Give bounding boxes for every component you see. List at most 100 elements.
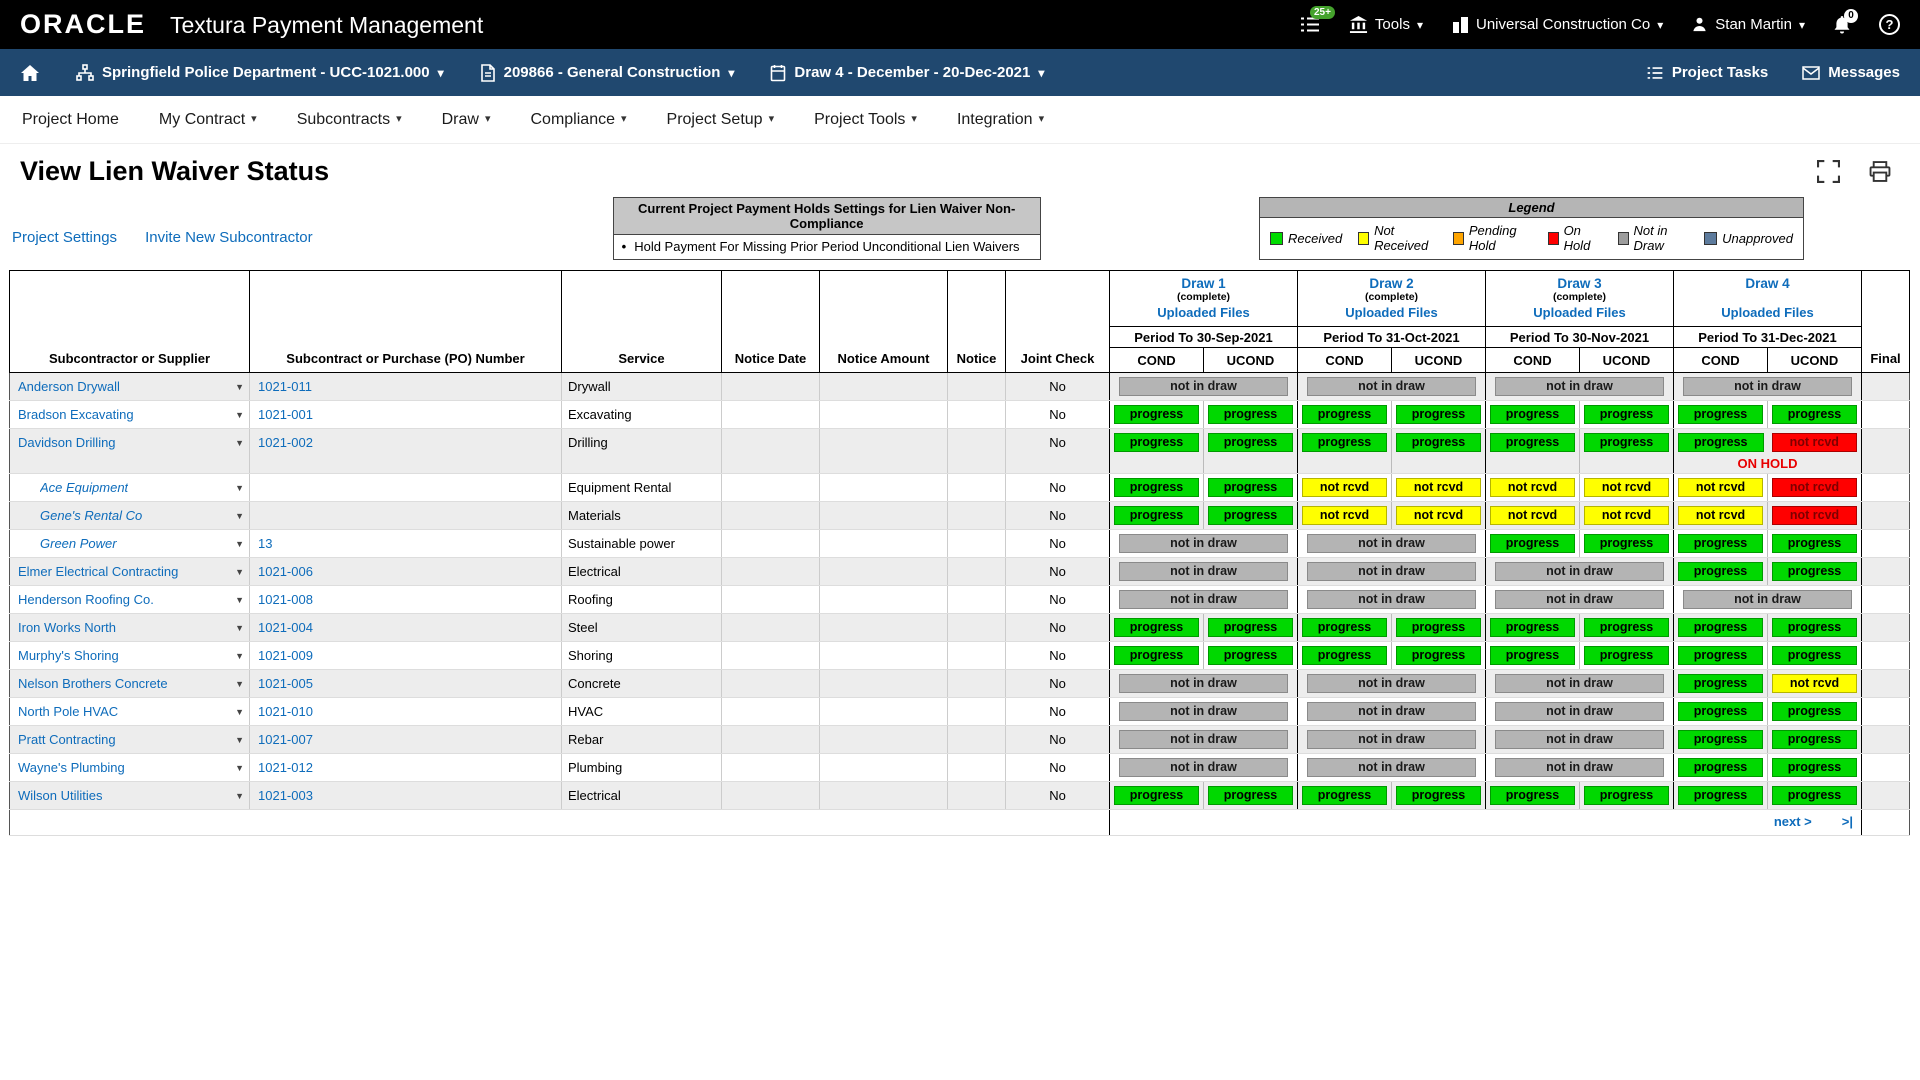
status-received[interactable]: progress: [1772, 618, 1857, 637]
status-not-in-draw[interactable]: not in draw: [1119, 534, 1288, 553]
status-received[interactable]: progress: [1584, 405, 1669, 424]
nav-item-draw[interactable]: Draw▾: [442, 111, 491, 129]
dropdown-arrow-icon[interactable]: ▼: [235, 623, 244, 633]
dropdown-arrow-icon[interactable]: ▼: [235, 735, 244, 745]
po-number-link[interactable]: 1021-009: [258, 648, 313, 663]
nav-item-integration[interactable]: Integration▾: [957, 111, 1044, 129]
status-received[interactable]: progress: [1396, 405, 1481, 424]
status-received[interactable]: progress: [1678, 702, 1763, 721]
status-received[interactable]: progress: [1208, 618, 1293, 637]
subcontractor-link[interactable]: Wayne's Plumbing: [18, 760, 125, 775]
status-not-in-draw[interactable]: not in draw: [1119, 377, 1288, 396]
status-received[interactable]: progress: [1584, 786, 1669, 805]
status-received[interactable]: progress: [1584, 618, 1669, 637]
status-received[interactable]: progress: [1678, 646, 1763, 665]
status-received[interactable]: progress: [1584, 646, 1669, 665]
dropdown-arrow-icon[interactable]: ▼: [235, 651, 244, 661]
invite-subcontractor-link[interactable]: Invite New Subcontractor: [145, 229, 313, 246]
status-received[interactable]: progress: [1208, 506, 1293, 525]
status-not-in-draw[interactable]: not in draw: [1307, 590, 1476, 609]
status-not-in-draw[interactable]: not in draw: [1119, 702, 1288, 721]
status-not-received[interactable]: not rcvd: [1396, 506, 1481, 525]
draw-name-link[interactable]: Draw 4: [1677, 276, 1858, 291]
status-received[interactable]: progress: [1114, 786, 1199, 805]
print-button[interactable]: [1868, 161, 1892, 182]
help-button[interactable]: ?: [1879, 14, 1900, 35]
subcontractor-link[interactable]: Bradson Excavating: [18, 407, 134, 422]
fullscreen-button[interactable]: [1817, 160, 1840, 183]
subcontractor-link[interactable]: Green Power: [40, 536, 117, 551]
status-not-in-draw[interactable]: not in draw: [1307, 730, 1476, 749]
status-not-in-draw[interactable]: not in draw: [1495, 674, 1664, 693]
status-not-received[interactable]: not rcvd: [1772, 674, 1857, 693]
tasks-menu-button[interactable]: 25+: [1299, 15, 1321, 34]
status-received[interactable]: progress: [1678, 405, 1763, 424]
status-received[interactable]: progress: [1114, 405, 1199, 424]
po-number-link[interactable]: 1021-003: [258, 788, 313, 803]
status-received[interactable]: progress: [1678, 730, 1763, 749]
po-number-link[interactable]: 1021-010: [258, 704, 313, 719]
draw-name-link[interactable]: Draw 1: [1113, 276, 1294, 291]
next-page-link[interactable]: next >: [1774, 814, 1812, 829]
status-received[interactable]: progress: [1678, 758, 1763, 777]
status-not-received[interactable]: not rcvd: [1678, 506, 1763, 525]
status-received[interactable]: progress: [1490, 618, 1575, 637]
status-received[interactable]: progress: [1678, 433, 1764, 452]
draw-name-link[interactable]: Draw 2: [1301, 276, 1482, 291]
status-not-received[interactable]: not rcvd: [1490, 478, 1575, 497]
messages-button[interactable]: Messages: [1802, 64, 1900, 81]
user-menu[interactable]: Stan Martin ▾: [1691, 16, 1805, 33]
status-received[interactable]: progress: [1772, 534, 1857, 553]
status-not-received[interactable]: not rcvd: [1490, 506, 1575, 525]
subcontractor-link[interactable]: Pratt Contracting: [18, 732, 116, 747]
status-received[interactable]: progress: [1772, 646, 1857, 665]
po-number-link[interactable]: 1021-011: [258, 379, 312, 394]
dropdown-arrow-icon[interactable]: ▼: [235, 382, 244, 392]
draw-selector[interactable]: Draw 4 - December - 20-Dec-2021 ▾: [770, 64, 1044, 82]
status-not-in-draw[interactable]: not in draw: [1119, 730, 1288, 749]
subcontractor-link[interactable]: Elmer Electrical Contracting: [18, 564, 178, 579]
nav-item-compliance[interactable]: Compliance▾: [531, 111, 627, 129]
status-not-in-draw[interactable]: not in draw: [1495, 562, 1664, 581]
status-received[interactable]: progress: [1302, 618, 1387, 637]
status-received[interactable]: progress: [1302, 646, 1387, 665]
status-received[interactable]: progress: [1490, 433, 1575, 452]
status-received[interactable]: progress: [1490, 786, 1575, 805]
dropdown-arrow-icon[interactable]: ▼: [235, 707, 244, 717]
subcontractor-link[interactable]: Wilson Utilities: [18, 788, 103, 803]
status-not-in-draw[interactable]: not in draw: [1307, 674, 1476, 693]
tools-menu[interactable]: Tools ▾: [1349, 15, 1423, 34]
status-received[interactable]: progress: [1772, 702, 1857, 721]
dropdown-arrow-icon[interactable]: ▼: [235, 791, 244, 801]
status-received[interactable]: progress: [1678, 562, 1763, 581]
status-not-in-draw[interactable]: not in draw: [1495, 702, 1664, 721]
status-not-in-draw[interactable]: not in draw: [1495, 377, 1664, 396]
status-not-in-draw[interactable]: not in draw: [1119, 562, 1288, 581]
status-received[interactable]: progress: [1114, 646, 1199, 665]
status-not-received[interactable]: not rcvd: [1584, 506, 1669, 525]
po-number-link[interactable]: 1021-001: [258, 407, 313, 422]
status-received[interactable]: progress: [1302, 405, 1387, 424]
status-received[interactable]: progress: [1678, 618, 1763, 637]
status-received[interactable]: progress: [1772, 562, 1857, 581]
status-received[interactable]: progress: [1396, 786, 1481, 805]
status-received[interactable]: progress: [1772, 758, 1857, 777]
contract-selector[interactable]: 209866 - General Construction ▾: [480, 64, 735, 82]
status-received[interactable]: progress: [1678, 786, 1763, 805]
po-number-link[interactable]: 1021-006: [258, 564, 313, 579]
status-not-in-draw[interactable]: not in draw: [1307, 377, 1476, 396]
dropdown-arrow-icon[interactable]: ▼: [235, 595, 244, 605]
nav-item-project-tools[interactable]: Project Tools▾: [814, 111, 917, 129]
uploaded-files-link[interactable]: Uploaded Files: [1677, 305, 1858, 320]
po-number-link[interactable]: 1021-008: [258, 592, 313, 607]
po-number-link[interactable]: 1021-004: [258, 620, 313, 635]
status-received[interactable]: progress: [1114, 618, 1199, 637]
status-not-received[interactable]: not rcvd: [1678, 478, 1763, 497]
status-not-received[interactable]: not rcvd: [1584, 478, 1669, 497]
status-received[interactable]: progress: [1396, 433, 1481, 452]
status-received[interactable]: progress: [1584, 534, 1669, 553]
status-not-in-draw[interactable]: not in draw: [1307, 758, 1476, 777]
status-received[interactable]: progress: [1678, 674, 1763, 693]
dropdown-arrow-icon[interactable]: ▼: [235, 438, 244, 448]
status-not-in-draw[interactable]: not in draw: [1683, 590, 1852, 609]
